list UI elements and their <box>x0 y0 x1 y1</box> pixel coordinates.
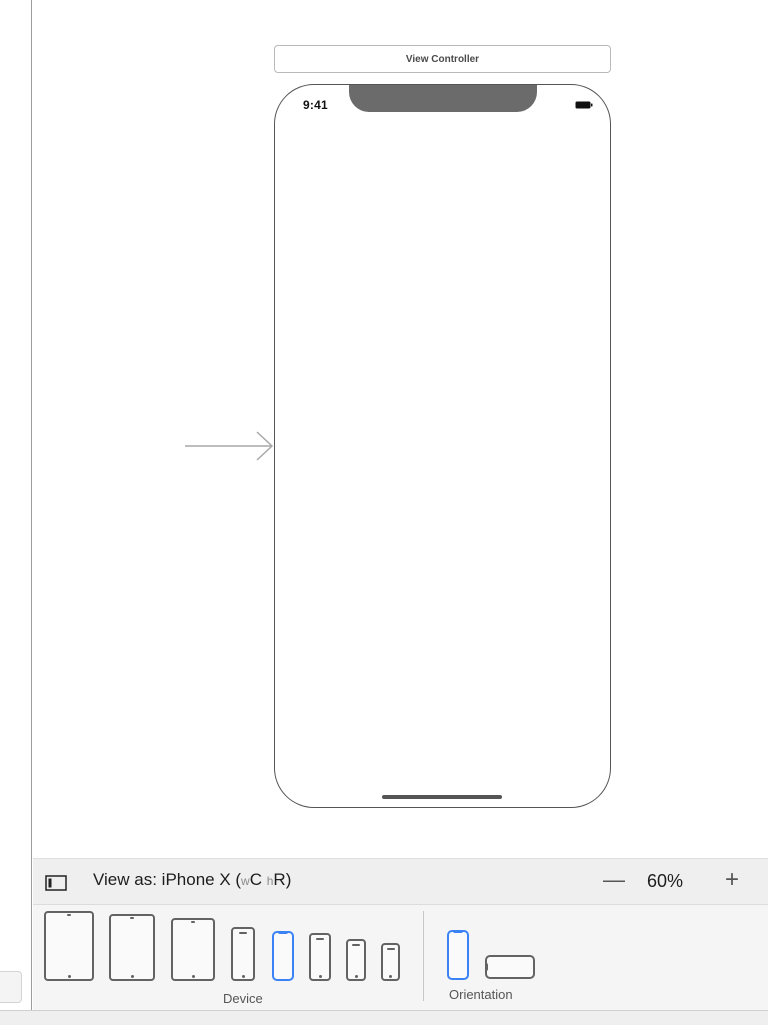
footer-strip <box>0 1010 768 1025</box>
size-class-w: C <box>249 870 262 889</box>
zoom-out-button[interactable]: — <box>602 867 626 893</box>
device-notch <box>349 85 537 112</box>
sidebar-toggle-icon[interactable] <box>45 875 67 891</box>
view-controller-scene[interactable]: 9:41 <box>274 84 611 808</box>
device-ipad-icon[interactable] <box>171 918 215 981</box>
zoom-in-button[interactable]: + <box>720 867 744 893</box>
size-class-w-prefix: w <box>241 874 250 888</box>
orientation-portrait-icon[interactable] <box>447 930 469 980</box>
device-iphone-8-plus-icon[interactable] <box>231 927 255 981</box>
view-as-device: View as: iPhone X ( <box>93 870 242 889</box>
device-configuration-bar: Device Orientation <box>33 904 768 1010</box>
section-divider <box>423 911 424 1001</box>
size-class-h: R <box>273 870 286 889</box>
orientation-landscape-icon[interactable] <box>485 955 535 979</box>
gutter-button[interactable] <box>0 971 22 1003</box>
device-ipad-pro-10-icon[interactable] <box>109 914 155 981</box>
view-as-label[interactable]: View as: iPhone X (wC hR) <box>93 870 291 890</box>
initial-view-controller-arrow-icon[interactable] <box>183 430 277 462</box>
device-iphone-se-icon[interactable] <box>346 939 366 981</box>
device-ipad-pro-12-icon[interactable] <box>44 911 94 981</box>
device-section-label: Device <box>223 991 263 1006</box>
left-gutter <box>0 0 32 1010</box>
home-indicator <box>382 795 502 799</box>
scene-title-bar[interactable]: View Controller <box>274 45 611 73</box>
battery-icon <box>575 101 593 109</box>
zoom-level: 60% <box>647 871 684 891</box>
device-iphone-8-icon[interactable] <box>309 933 331 981</box>
status-bar-time: 9:41 <box>303 98 328 112</box>
view-as-closing: ) <box>285 870 292 889</box>
view-as-bar: View as: iPhone X (wC hR) — 60% + <box>33 858 768 904</box>
orientation-section-label: Orientation <box>449 987 513 1002</box>
device-iphone-x-icon[interactable] <box>272 931 294 981</box>
storyboard-canvas[interactable]: View Controller 9:41 <box>33 0 768 858</box>
scene-title: View Controller <box>405 53 480 65</box>
device-iphone-4s-icon[interactable] <box>381 943 400 981</box>
